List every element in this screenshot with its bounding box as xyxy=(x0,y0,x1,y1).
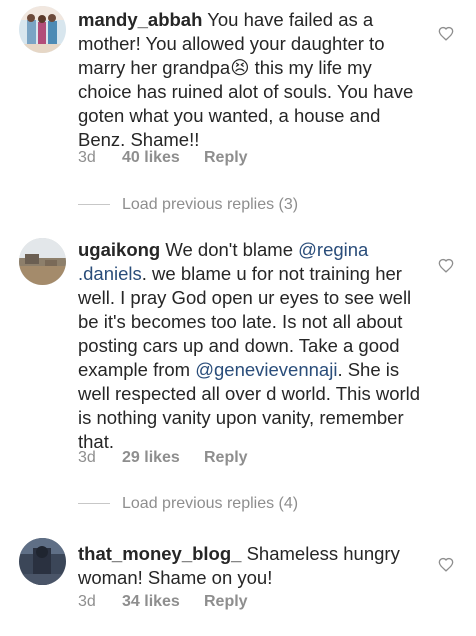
mention-link[interactable]: @genevievennaji xyxy=(195,359,337,380)
avatar-image xyxy=(19,538,66,585)
reply-button[interactable]: Reply xyxy=(204,592,248,612)
avatar-image xyxy=(19,6,66,53)
comment-meta: 3d 29 likes Reply xyxy=(78,448,248,468)
reply-button[interactable]: Reply xyxy=(204,448,248,468)
likes-count[interactable]: 29 likes xyxy=(122,448,204,468)
emoji: 😣 xyxy=(230,57,250,78)
heart-outline-icon[interactable] xyxy=(438,26,454,41)
comment-text: ugaikong We don't blame @regina .daniels… xyxy=(78,239,421,452)
comment-time: 3d xyxy=(78,593,96,610)
reply-button[interactable]: Reply xyxy=(204,148,248,168)
likes-count[interactable]: 40 likes xyxy=(122,148,204,168)
comment-username[interactable]: that_money_blog_ xyxy=(78,543,241,564)
likes-count[interactable]: 34 likes xyxy=(122,592,204,612)
divider-line xyxy=(78,503,110,505)
comment-username[interactable]: ugaikong xyxy=(78,239,160,260)
avatar[interactable] xyxy=(19,238,66,285)
comment-text: mandy_abbah You have failed as a mother!… xyxy=(78,9,414,150)
comment-meta: 3d 34 likes Reply xyxy=(78,592,248,612)
comment-meta: 3d 40 likes Reply xyxy=(78,148,248,168)
avatar[interactable] xyxy=(19,538,66,585)
load-previous-replies-2[interactable]: Load previous replies (4) xyxy=(78,494,298,514)
divider-line xyxy=(78,204,110,206)
avatar[interactable] xyxy=(19,6,66,53)
comment-text: that_money_blog_ Shameless hungry woman!… xyxy=(78,543,400,588)
load-previous-replies-1[interactable]: Load previous replies (3) xyxy=(78,195,298,215)
heart-outline-icon[interactable] xyxy=(438,557,454,572)
heart-outline-icon[interactable] xyxy=(438,258,454,273)
comment-time: 3d xyxy=(78,449,96,466)
comment-username[interactable]: mandy_abbah xyxy=(78,9,202,30)
avatar-image xyxy=(19,238,66,285)
comment-time: 3d xyxy=(78,149,96,166)
